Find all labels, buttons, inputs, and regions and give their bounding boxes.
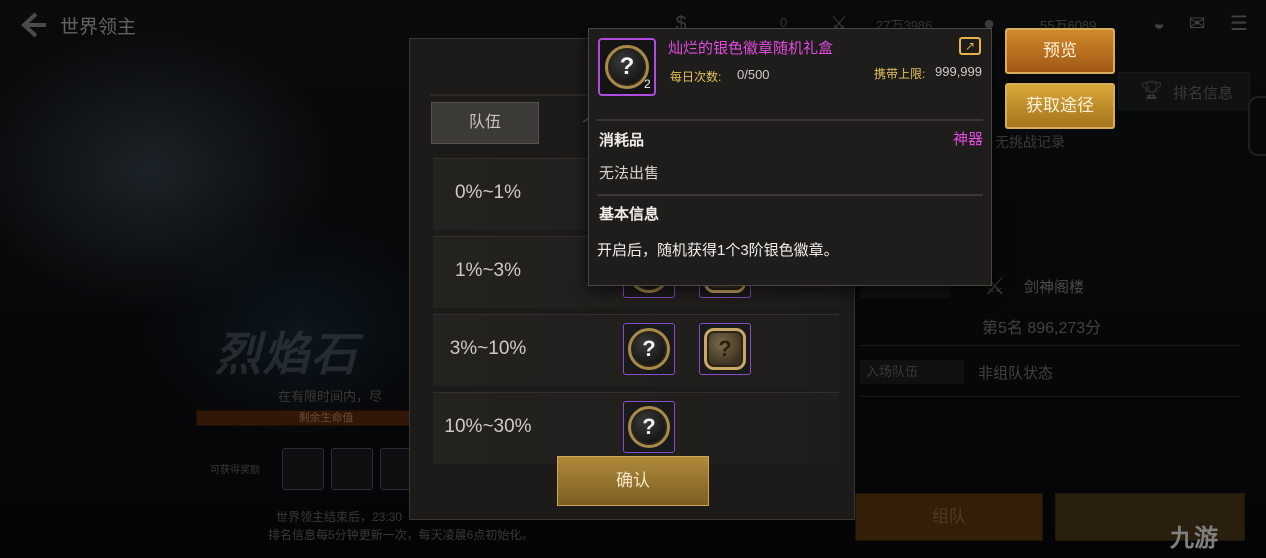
tier-label: 0%~1%	[454, 182, 522, 203]
preview-button[interactable]: 预览	[1005, 28, 1115, 74]
mystery-badge-icon: ?	[605, 45, 649, 89]
reward-slot[interactable]: ?	[699, 323, 751, 375]
tier-label: 1%~3%	[454, 260, 522, 281]
mystery-box-icon: ?	[704, 328, 746, 370]
basic-info-heading: 基本信息	[599, 206, 660, 223]
item-name: 灿烂的银色徽章随机礼盒	[668, 40, 834, 57]
daily-uses-value: 0/500	[737, 67, 770, 82]
item-rarity: 神器	[953, 131, 984, 148]
tier-label: 3%~10%	[449, 338, 527, 359]
reward-slot[interactable]: ?	[623, 401, 675, 453]
confirm-button[interactable]: 确认	[557, 456, 709, 506]
daily-uses-label: 每日次数:	[670, 70, 722, 84]
reward-slot[interactable]: ?	[623, 323, 675, 375]
mystery-badge-icon: ?	[628, 406, 670, 448]
carry-limit-label: 携带上限:	[874, 67, 926, 81]
carry-limit-value: 999,999	[935, 64, 982, 79]
item-quantity: 2	[644, 77, 651, 91]
tier-row: 3%~10% ? ?	[433, 314, 839, 386]
divider	[597, 194, 983, 196]
sell-status: 无法出售	[599, 165, 660, 182]
mystery-badge-icon: ?	[628, 328, 670, 370]
divider	[597, 119, 983, 121]
tab-team[interactable]: 队伍	[431, 102, 539, 144]
tier-label: 10%~30%	[444, 416, 532, 437]
share-icon[interactable]: ↗	[959, 37, 981, 55]
item-type: 消耗品	[599, 132, 645, 149]
get-source-button[interactable]: 获取途径	[1005, 83, 1115, 129]
tier-row: 10%~30% ?	[433, 392, 839, 464]
item-description: 开启后，随机获得1个3阶银色徽章。	[597, 242, 839, 259]
